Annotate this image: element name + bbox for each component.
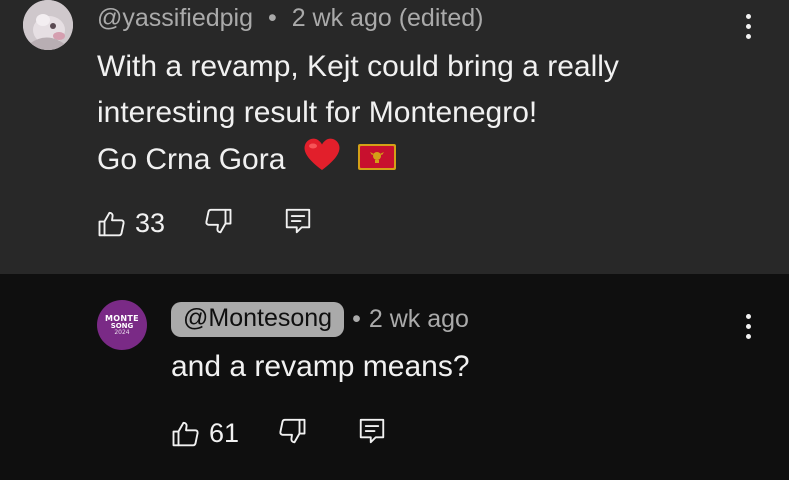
meta-separator: • (352, 305, 361, 333)
avatar-logo: MONTE SONG 2024 (105, 313, 139, 336)
thumbs-down-icon (279, 418, 306, 444)
reply-button[interactable] (283, 206, 313, 241)
comment-text: With a revamp, Kejt could bring a really… (97, 44, 737, 186)
comment-yassifiedpig: @yassifiedpig • 2 wk ago (edited) With a… (0, 0, 789, 274)
comment-line-1: With a revamp, Kejt could bring a really… (97, 50, 619, 129)
meta-separator: • (267, 4, 277, 32)
thumbs-down-icon (205, 208, 232, 234)
comment-meta: @yassifiedpig • 2 wk ago (edited) (97, 4, 483, 33)
comment-meta: @Montesong • 2 wk ago (171, 302, 469, 337)
reply-button[interactable] (357, 416, 387, 451)
comment-actions: 33 (97, 206, 313, 241)
more-vert-icon[interactable] (743, 14, 753, 39)
avatar[interactable] (23, 0, 73, 50)
like-count: 61 (209, 418, 240, 448)
like-button[interactable]: 33 (97, 208, 165, 239)
dislike-button[interactable] (277, 416, 307, 451)
comment-line-2: Go Crna Gora (97, 136, 737, 186)
thumbs-up-icon (172, 421, 199, 446)
comment-line-2-text: Go Crna Gora (97, 142, 286, 176)
avatar[interactable]: MONTE SONG 2024 (97, 300, 147, 350)
comment-text: and a revamp means? (171, 350, 470, 383)
reply-icon (285, 208, 311, 234)
avatar-image (23, 0, 73, 50)
comment-time: 2 wk ago (368, 305, 469, 333)
like-count: 33 (135, 208, 166, 238)
red-heart-emoji (302, 136, 342, 186)
comment-author-pill[interactable]: @Montesong (171, 302, 345, 337)
dislike-button[interactable] (203, 206, 233, 241)
comment-actions: 61 (171, 416, 387, 451)
montenegro-flag-emoji (358, 138, 397, 184)
comment-time: 2 wk ago (edited) (291, 4, 484, 32)
more-vert-icon[interactable] (743, 314, 753, 339)
reply-icon (359, 418, 385, 444)
comment-author[interactable]: @Montesong (183, 304, 332, 332)
like-button[interactable]: 61 (171, 418, 239, 449)
comment-author[interactable]: @yassifiedpig (97, 4, 253, 32)
thumbs-up-icon (98, 211, 125, 236)
comment-montesong: MONTE SONG 2024 @Montesong • 2 wk ago an… (0, 274, 789, 480)
